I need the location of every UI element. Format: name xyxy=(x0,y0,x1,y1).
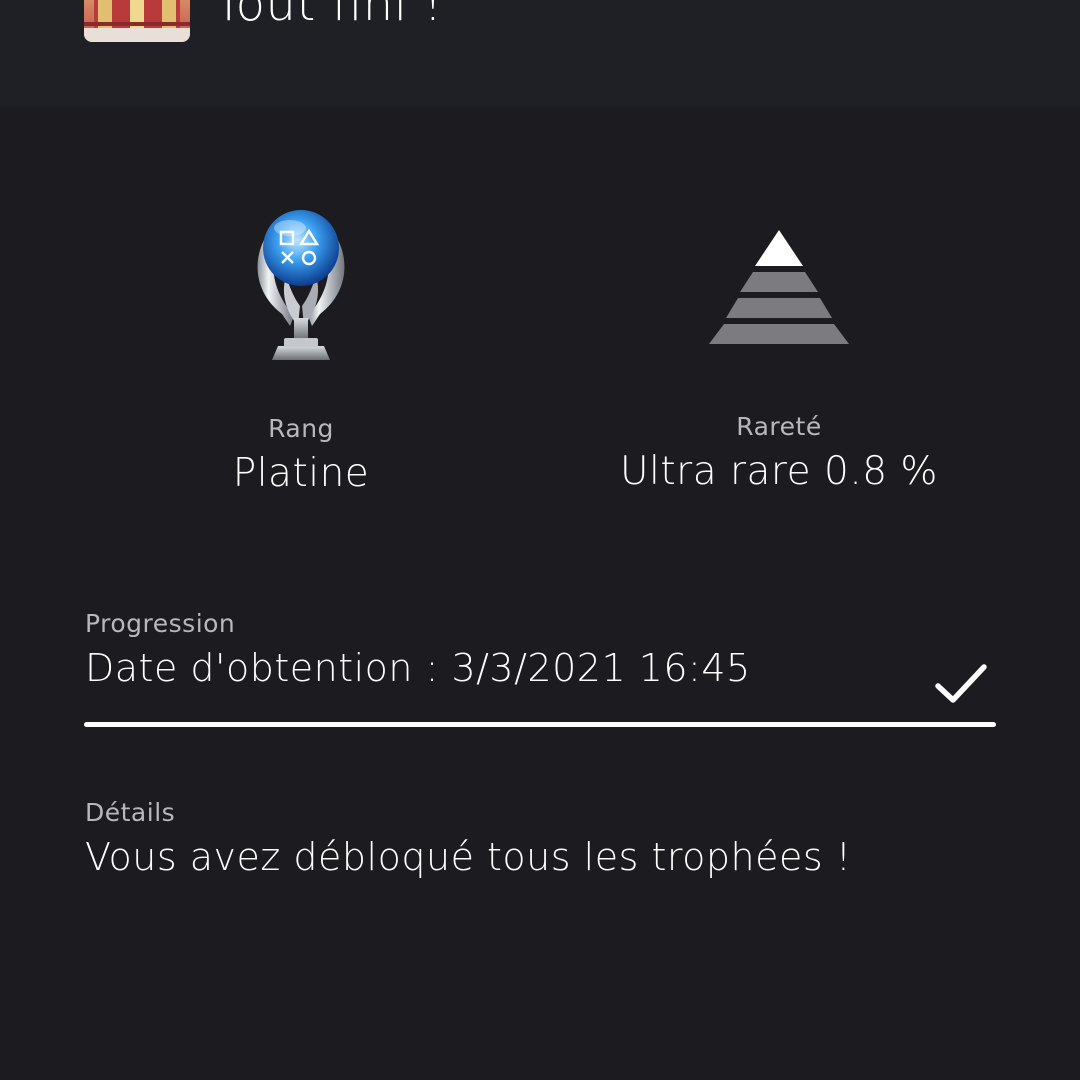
rarity-label: Rareté xyxy=(736,412,822,441)
ultra-rare-pyramid-icon xyxy=(708,228,850,346)
progression-label: Progression xyxy=(85,609,236,638)
rarity-value: Ultra rare 0.8 % xyxy=(620,449,938,494)
details-label: Détails xyxy=(85,798,176,827)
checkmark-icon xyxy=(934,662,988,708)
progress-bar xyxy=(84,722,996,727)
trophy-header: Tout fini ! xyxy=(0,0,1080,106)
progress-bar-fill xyxy=(84,722,996,727)
details-text: Vous avez débloqué tous les trophées ! xyxy=(85,835,852,879)
platinum-trophy-icon xyxy=(250,206,352,362)
game-thumbnail xyxy=(84,0,190,42)
rank-label: Rang xyxy=(268,414,334,443)
trophy-title: Tout fini ! xyxy=(214,0,444,32)
rank-value: Platine xyxy=(232,451,370,496)
earned-date: Date d'obtention : 3/3/2021 16:45 xyxy=(85,646,751,690)
